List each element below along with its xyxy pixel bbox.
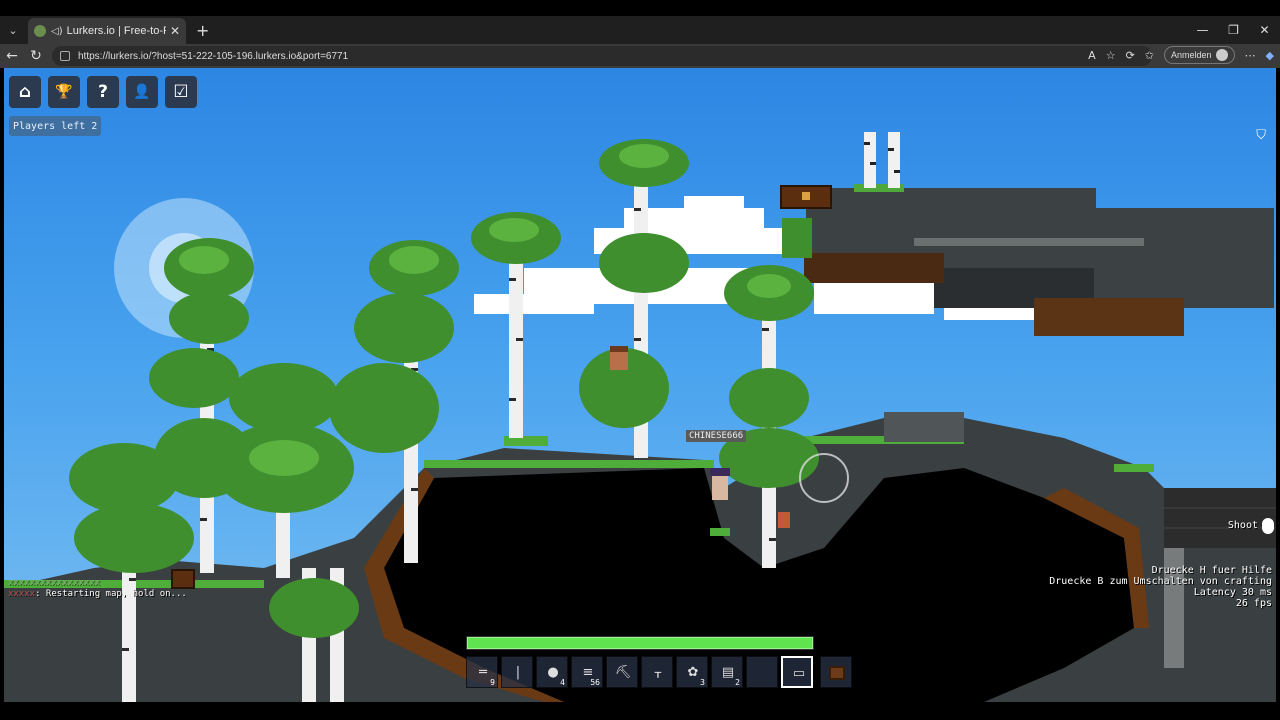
hotbar-slot[interactable]: ▤ 2 (711, 656, 743, 688)
hotbar-slot[interactable]: ✿ 3 (676, 656, 708, 688)
chest-slot[interactable] (820, 656, 852, 688)
pickaxe-icon: ⛏ (614, 665, 632, 680)
latency-readout: Latency 30 ms (1193, 587, 1272, 598)
avatar (1215, 49, 1228, 61)
read-aloud-icon[interactable]: A (1088, 49, 1096, 62)
fps-readout: 26 fps (1235, 598, 1272, 609)
site-info-icon[interactable] (60, 51, 70, 61)
favorites-icon[interactable]: ✩ (1145, 49, 1154, 62)
slot-count: 3 (700, 678, 705, 687)
hud-help-text: Druecke H fuer Hilfe Druecke B zum Umsch… (1049, 565, 1272, 609)
question-icon: ? (98, 82, 108, 102)
login-label: Anmelden (1171, 50, 1212, 60)
home-icon: ⌂ (18, 82, 32, 102)
slot-count: 4 (560, 678, 565, 687)
hotbar-slot[interactable] (746, 656, 778, 688)
copilot-icon[interactable]: ◆ (1266, 49, 1274, 62)
hotbar-slot[interactable]: ▭ (781, 656, 813, 688)
extensions-icon[interactable]: ⟳ (1126, 49, 1135, 62)
launcher-icon: ▭ (792, 666, 806, 681)
chat-sender: xxxxx (8, 589, 36, 599)
hotbar: ═ 9 | ● 4 ≡ 56 ⛏ ᚁ ✿ 3 ▤ 2 ▭ (466, 656, 852, 688)
window-controls: — ❐ ✕ (1187, 16, 1280, 44)
tab-title: Lurkers.io | Free-to-Play Multi (66, 25, 166, 37)
favorite-star-icon[interactable]: ☆ (1106, 49, 1116, 62)
tasks-button[interactable]: ☑ (165, 76, 197, 108)
favicon-icon (34, 25, 46, 37)
hotbar-slot[interactable]: | (501, 656, 533, 688)
checklist-icon: ☑ (173, 82, 189, 102)
chat-line: xxxxxxxxxxxxxxxxx (8, 578, 101, 588)
axe-icon: ᚁ (654, 665, 662, 680)
back-icon[interactable]: ← (0, 48, 24, 64)
profile-button-game[interactable]: 👤 (126, 76, 158, 108)
new-tab-button[interactable]: + (196, 21, 209, 40)
player-nametag: CHINESE666 (686, 430, 747, 442)
shoot-hint: Shoot (1227, 520, 1258, 531)
health-bar-fill (467, 637, 813, 649)
close-tab-icon[interactable]: ✕ (170, 24, 180, 38)
tab-bar: ⌄ ◁) Lurkers.io | Free-to-Play Multi ✕ +… (0, 16, 1280, 44)
help-hint: Druecke H fuer Hilfe (1151, 565, 1272, 576)
url-field[interactable]: https://lurkers.io/?host=51-222-105-196.… (52, 46, 1152, 66)
chest-icon (829, 666, 845, 680)
hotbar-slot[interactable]: ᚁ (641, 656, 673, 688)
slot-count: 56 (590, 678, 600, 687)
minimize-icon[interactable]: — (1187, 16, 1218, 44)
tab-list-chevron-icon[interactable]: ⌄ (0, 16, 26, 44)
chat-message: : Restarting map, hold on... (35, 589, 187, 599)
chat-line: xxxxx: Restarting map, hold on... (8, 589, 187, 600)
shield-icon[interactable]: ⛉ (1256, 128, 1266, 143)
more-menu-icon[interactable]: ⋯ (1245, 49, 1256, 62)
url-text: https://lurkers.io/?host=51-222-105-196.… (78, 50, 349, 62)
hotbar-slot[interactable]: ● 4 (536, 656, 568, 688)
trophy-icon: 🏆 (55, 84, 73, 100)
close-window-icon[interactable]: ✕ (1249, 16, 1280, 44)
user-icon: 👤 (133, 84, 151, 100)
address-bar-row: ← ↻ https://lurkers.io/?host=51-222-105-… (0, 44, 1280, 68)
hotbar-slot[interactable]: ⛏ (606, 656, 638, 688)
players-left-label: Players left 2 (9, 116, 102, 136)
help-button[interactable]: ? (87, 76, 119, 108)
chat-log: xxxxxxxxxxxxxxxxx xxxxx: Restarting map,… (8, 578, 187, 600)
leaderboard-button[interactable]: 🏆 (48, 76, 80, 108)
maximize-icon[interactable]: ❐ (1218, 16, 1249, 44)
health-bar (466, 636, 814, 650)
game-canvas[interactable]: ⌂ 🏆 ? 👤 ☑ Players left 2 ⛉ CHINESE666 xx… (4, 68, 1276, 702)
crafting-hint: Druecke B zum Umschalten von crafting (1049, 576, 1272, 587)
reload-icon[interactable]: ↻ (24, 48, 48, 64)
hotbar-slot[interactable]: ≡ 56 (571, 656, 603, 688)
home-button[interactable]: ⌂ (9, 76, 41, 108)
profile-button[interactable]: Anmelden (1164, 46, 1235, 64)
browser-tab[interactable]: ◁) Lurkers.io | Free-to-Play Multi ✕ (28, 18, 186, 44)
speaker-icon[interactable]: ◁) (51, 26, 63, 37)
empty-slot (754, 666, 772, 680)
slot-count: 9 (490, 678, 495, 687)
sword-icon: | (515, 665, 521, 680)
slot-count: 2 (735, 678, 740, 687)
hotbar-slot[interactable]: ═ 9 (466, 656, 498, 688)
mouse-icon (1262, 518, 1274, 534)
